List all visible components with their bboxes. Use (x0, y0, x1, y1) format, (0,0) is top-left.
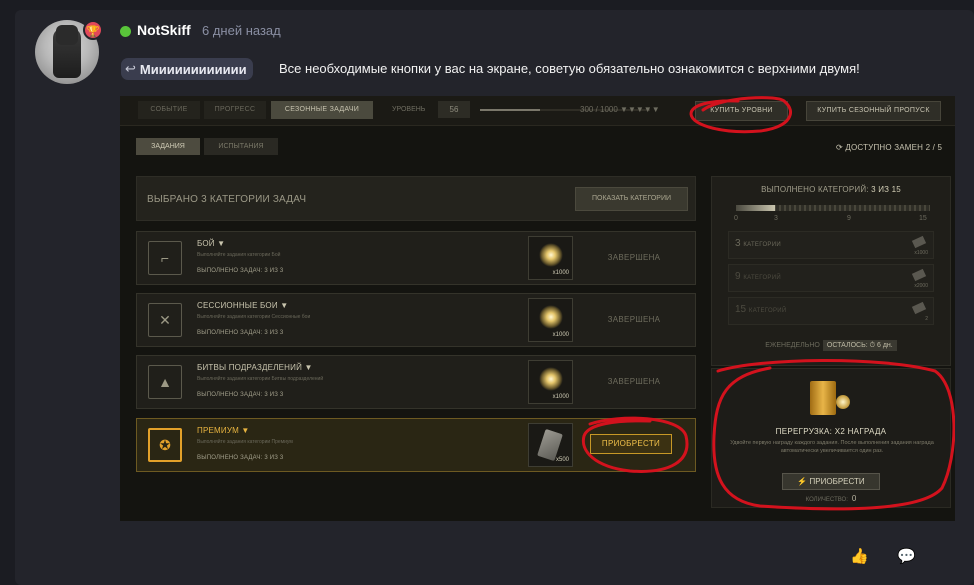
buy-levels-button: КУПИТЬ УРОВНИ (695, 101, 788, 121)
selected-categories-title: ВЫБРАНО 3 КАТЕГОРИИ ЗАДАЧ (147, 194, 307, 205)
completed-categories-panel: ВЫПОЛНЕНО КАТЕГОРИЙ: 3 ИЗ 15 0 3 9 15 3 … (711, 176, 951, 366)
tick-label: 15 (919, 215, 927, 222)
milestone-row: 3 КАТЕГОРИИ x1000 (728, 231, 934, 259)
milestone-label: 3 КАТЕГОРИИ (735, 238, 781, 249)
like-icon[interactable]: 👍 (850, 548, 869, 564)
task-status: ЗАВЕРШЕНА (607, 377, 661, 386)
username[interactable]: NotSkiff (137, 22, 191, 38)
reward-orb-icon (539, 367, 563, 391)
subtab-tasks: ЗАДАНИЯ (136, 138, 200, 155)
reply-mention-name: Мииииииииииии (139, 61, 247, 77)
overload-crate-icon (810, 377, 852, 417)
task-status: ЗАВЕРШЕНА (607, 315, 661, 324)
overload-title: ПЕРЕГРУЗКА: X2 НАГРАДА (775, 427, 887, 436)
completed-categories-header: ВЫПОЛНЕНО КАТЕГОРИЙ: 3 ИЗ 15 (712, 185, 950, 194)
overload-qty-value: 0 (851, 494, 857, 503)
task-done: ВЫПОЛНЕНО ЗАДАЧ: 3 ИЗ 3 (197, 392, 284, 398)
comment-icon[interactable]: 💬 (897, 548, 916, 564)
crate-shape (810, 381, 836, 415)
online-status-dot (120, 26, 131, 37)
tick-label: 3 (774, 215, 778, 222)
buy-season-pass-button: КУПИТЬ СЕЗОННЫЙ ПРОПУСК (806, 101, 941, 121)
task-name: ПРЕМИУМ ▼ (197, 426, 250, 435)
reset-remaining: ОСТАЛОСЬ: ⏱ 6 дн. (822, 340, 897, 351)
show-categories-button: ПОКАЗАТЬ КАТЕГОРИИ (575, 187, 688, 211)
milestone-qty: x2000 (914, 283, 928, 289)
milestone-row: 15 КАТЕГОРИЙ 2 (728, 297, 934, 325)
task-session-battles: ✕ СЕССИОННЫЕ БОИ ▼ Выполняйте задания ка… (136, 293, 696, 347)
task-done: ВЫПОЛНЕНО ЗАДАЧ: 3 ИЗ 3 (197, 330, 284, 336)
subtab-challenges: ИСПЫТАНИЯ (204, 138, 278, 155)
overload-desc: Удвойте первую награду каждого задания. … (730, 440, 934, 454)
reset-label: ЕЖЕНЕДЕЛЬНО (765, 342, 820, 349)
premium-icon: ✪ (148, 428, 182, 462)
overload-qty-label: КОЛИЧЕСТВО: (805, 497, 848, 503)
categories-progress-track (736, 205, 930, 211)
milestone-qty: x1000 (914, 250, 928, 256)
task-name: БИТВЫ ПОДРАЗДЕЛЕНИЙ ▼ (197, 363, 313, 372)
tab-progress: ПРОГРЕСС (204, 101, 266, 119)
reward-orb-icon (539, 305, 563, 329)
crossed-guns-icon: ✕ (148, 303, 182, 337)
gun-icon: ⌐ (148, 241, 182, 275)
overload-buy-button: ⚡ ПРИОБРЕСТИ (782, 473, 880, 490)
attached-screenshot[interactable]: СОБЫТИЕ ПРОГРЕСС СЕЗОННЫЕ ЗАДАЧИ УРОВЕНЬ… (120, 96, 955, 521)
level-progress-fill (480, 109, 540, 111)
task-reward: x1000 (528, 360, 573, 404)
task-desc: Выполняйте задания категории Сессионные … (197, 314, 311, 320)
squad-icon: ▲ (148, 365, 182, 399)
task-name: СЕССИОННЫЕ БОИ ▼ (197, 301, 289, 310)
milestone-label: 9 КАТЕГОРИЙ (735, 271, 781, 282)
reward-chip-icon (911, 301, 927, 315)
reward-chip-icon (911, 268, 927, 282)
tab-season-tasks: СЕЗОННЫЕ ЗАДАЧИ (271, 101, 373, 119)
task-squad-battles: ▲ БИТВЫ ПОДРАЗДЕЛЕНИЙ ▼ Выполняйте задан… (136, 355, 696, 409)
reward-qty: x1000 (552, 394, 569, 400)
task-desc: Выполняйте задания категории Битвы подра… (197, 376, 324, 382)
task-combat: ⌐ БОЙ ▼ Выполняйте задания категории Бой… (136, 231, 696, 285)
premium-buy-button: ПРИОБРЕСТИ (590, 434, 672, 454)
post-message: Все необходимые кнопки у вас на экране, … (279, 61, 860, 76)
weekly-reset: ЕЖЕНЕДЕЛЬНО ОСТАЛОСЬ: ⏱ 6 дн. (712, 340, 950, 351)
post-timestamp[interactable]: 6 дней назад (202, 23, 281, 38)
trophy-icon: 🏆 (83, 20, 103, 40)
task-status: ЗАВЕРШЕНА (607, 253, 661, 262)
avatar-head (56, 25, 78, 45)
task-desc: Выполняйте задания категории Бой (197, 252, 281, 258)
reward-orb-icon (539, 243, 563, 267)
completed-value: 3 ИЗ 15 (871, 185, 901, 194)
task-reward: x1000 (528, 298, 573, 342)
task-reward: x500 (528, 423, 573, 467)
milestone-label: 15 КАТЕГОРИЙ (735, 304, 787, 315)
milestone-row: 9 КАТЕГОРИЙ x2000 (728, 264, 934, 292)
overload-panel: ПЕРЕГРУЗКА: X2 НАГРАДА Удвойте первую на… (711, 368, 951, 508)
overload-quantity: КОЛИЧЕСТВО: 0 (712, 494, 950, 503)
level-label: УРОВЕНЬ (392, 106, 426, 113)
screenshot-topbar: СОБЫТИЕ ПРОГРЕСС СЕЗОННЫЕ ЗАДАЧИ УРОВЕНЬ… (120, 96, 955, 126)
milestone-qty: 2 (925, 316, 928, 322)
selected-categories-header: ВЫБРАНО 3 КАТЕГОРИИ ЗАДАЧ ПОКАЗАТЬ КАТЕГ… (136, 176, 696, 221)
task-desc: Выполняйте задания категории Премиум (197, 439, 293, 445)
tick-label: 0 (734, 215, 738, 222)
task-reward: x1000 (528, 236, 573, 280)
reply-mention[interactable]: ↩ Мииииииииииии (121, 58, 253, 80)
tab-event: СОБЫТИЕ (138, 101, 200, 119)
reply-arrow-icon: ↩ (125, 61, 136, 77)
task-done: ВЫПОЛНЕНО ЗАДАЧ: 3 ИЗ 3 (197, 268, 284, 274)
task-premium: ✪ ПРЕМИУМ ▼ Выполняйте задания категории… (136, 418, 696, 472)
coin-shape (836, 395, 850, 409)
reward-chip-icon (911, 235, 927, 249)
reward-qty: x500 (555, 457, 569, 463)
reward-qty: x1000 (552, 270, 569, 276)
categories-progress-fill (736, 205, 775, 211)
task-name: БОЙ ▼ (197, 239, 226, 248)
xp-text: 300 / 1000 ▼▼▼▼▼ (580, 105, 660, 114)
reward-qty: x1000 (552, 332, 569, 338)
level-value: 56 (438, 101, 470, 118)
task-done: ВЫПОЛНЕНО ЗАДАЧ: 3 ИЗ 3 (197, 455, 284, 461)
tick-label: 9 (847, 215, 851, 222)
completed-label: ВЫПОЛНЕНО КАТЕГОРИЙ: (761, 185, 869, 194)
replacements-available: ⟳ ДОСТУПНО ЗАМЕН 2 / 5 (836, 143, 943, 152)
